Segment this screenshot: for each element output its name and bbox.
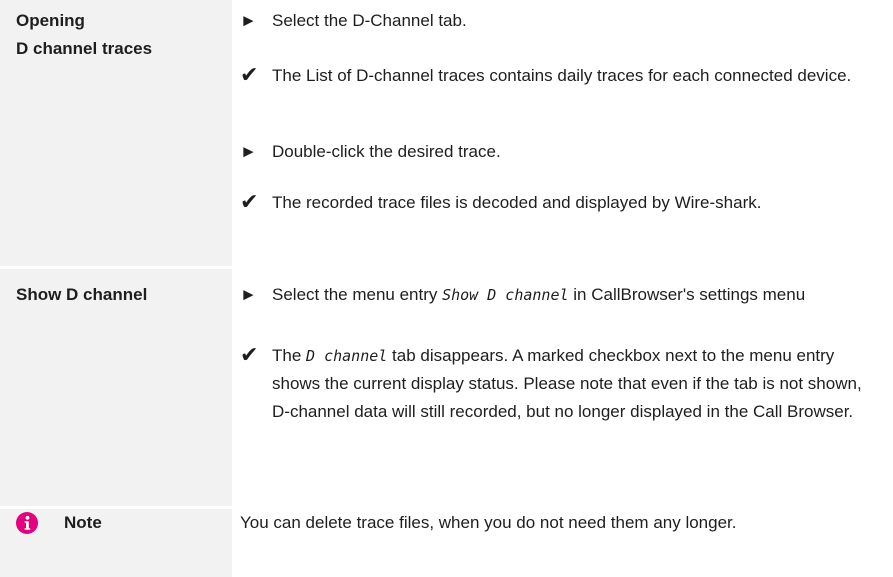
section-label-cell: Show D channel [0,269,232,506]
document: Opening D channel traces ► Select the D-… [0,0,893,577]
section-label: Opening D channel traces [16,7,152,63]
note-label: Note [64,513,102,532]
result-text: The D channel tab disappears. A marked c… [272,342,880,426]
section-opening-d-channel-traces: Opening D channel traces ► Select the D-… [0,0,893,266]
step-text-post: in CallBrowser's settings menu [568,285,806,304]
result-text-pre: The [272,346,307,365]
arrow-right-icon: ► [240,142,257,161]
arrow-right-icon: ► [240,11,257,30]
step-text-pre: Select the menu entry [272,285,443,304]
section-label: Show D channel [16,285,148,304]
menu-entry-code: Show D channel [442,286,569,304]
step-text: Select the menu entry Show D channel in … [272,281,860,309]
step-text: Select the D-Channel tab. [272,11,467,30]
section-note: Note You can delete trace files, when yo… [0,509,893,577]
check-icon: ✔ [240,62,259,87]
result-text: The recorded trace files is decoded and … [272,193,762,212]
section-label-line-2: D channel traces [16,39,153,58]
step-text: Double-click the desired trace. [272,142,501,161]
note-text: You can delete trace files, when you do … [240,513,737,532]
section-label-cell: Opening D channel traces [0,0,232,266]
check-icon: ✔ [240,189,259,214]
arrow-right-icon: ► [240,285,257,304]
tab-name-code: D channel [306,347,388,365]
section-label-line-1: Opening [16,11,85,30]
check-icon: ✔ [240,342,259,367]
result-text: The List of D-channel traces contains da… [272,66,852,85]
note-label-cell: Note [0,509,232,577]
info-icon [16,512,38,534]
section-show-d-channel: Show D channel ► Select the menu entry S… [0,269,893,506]
